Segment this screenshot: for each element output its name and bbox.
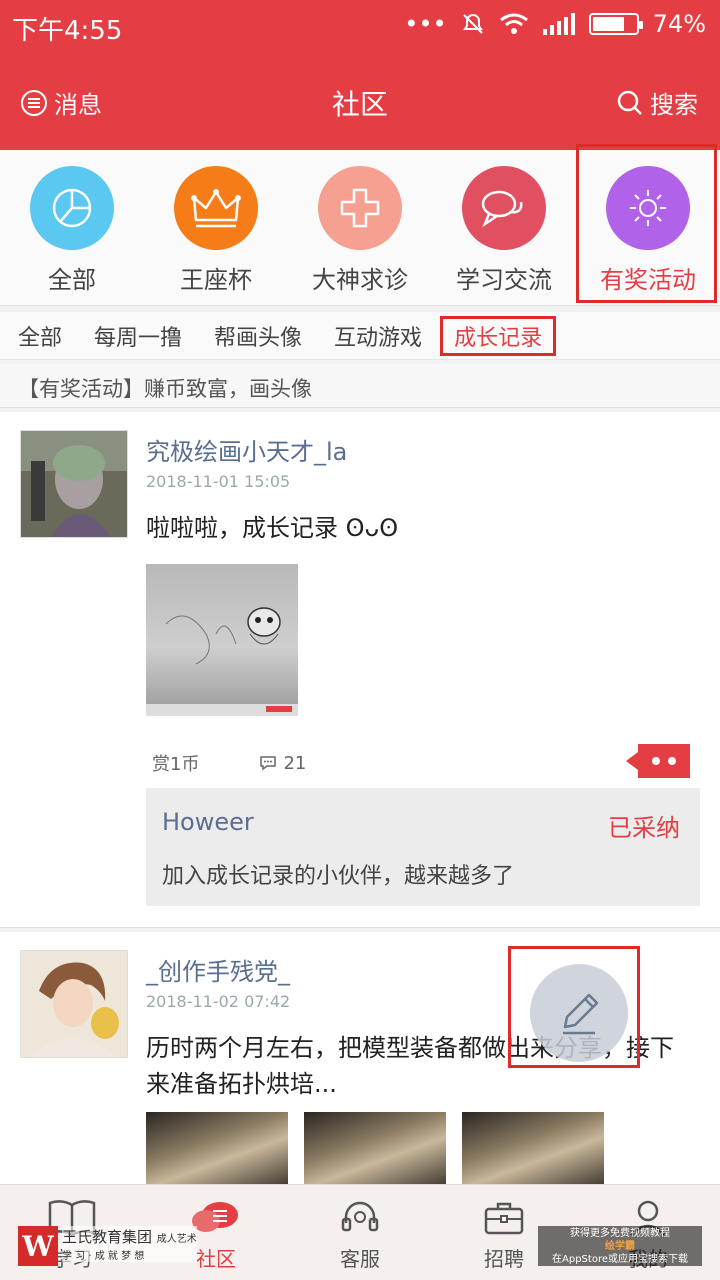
comment-count-value: 21 xyxy=(283,752,307,774)
watermark-right-brand: 绘学霸 xyxy=(605,1241,635,1252)
post-date: 2018-11-01 15:05 xyxy=(146,472,291,491)
battery-icon xyxy=(588,13,643,35)
post-image[interactable] xyxy=(462,1112,604,1188)
medical-cross-icon xyxy=(318,166,402,250)
watermark-logo: W xyxy=(18,1226,58,1266)
watermark-right-line1: 获得更多免费视频教程 xyxy=(570,1228,670,1239)
post-text: 啦啦啦，成长记录 ʘᴗʘ xyxy=(146,514,399,542)
adopted-reply[interactable]: Howeer 已采纳 加入成长记录的小伙伴，越来越多了 xyxy=(146,788,700,906)
category-rewards[interactable]: 有奖活动 xyxy=(576,144,720,305)
status-time: 下午4:55 xyxy=(12,16,123,46)
more-options-tag[interactable] xyxy=(626,744,690,778)
highlight-box xyxy=(508,946,640,1068)
search-icon xyxy=(617,90,642,115)
post-image[interactable] xyxy=(304,1112,446,1188)
category-study-exchange[interactable]: 学习交流 xyxy=(432,150,576,305)
adopted-badge: 已采纳 xyxy=(608,814,680,842)
category-throne-cup[interactable]: 王座杯 xyxy=(144,150,288,305)
post-image-strip xyxy=(146,1112,604,1188)
status-bar: 下午4:55 ••• 74% xyxy=(0,0,720,52)
watermark-right-line3: 在AppStore或应用宝搜索下载 xyxy=(552,1254,688,1265)
watermark-left: 王氏教育集团 成人艺术 学 习 · 成 就 梦 想 xyxy=(62,1226,197,1262)
category-row: 全部 王座杯 大神求诊 学习交流 有奖活动 xyxy=(0,144,720,306)
subtab-weekly[interactable]: 每周一撸 xyxy=(80,316,196,356)
category-label: 大神求诊 xyxy=(312,266,408,294)
watermark-left-badge: 成人艺术 xyxy=(156,1234,197,1245)
post-image[interactable] xyxy=(146,1112,288,1188)
category-label: 学习交流 xyxy=(456,266,552,294)
post-username[interactable]: _创作手残党_ xyxy=(146,952,290,987)
wifi-icon xyxy=(499,13,528,34)
nav-label: 社区 xyxy=(196,1247,236,1271)
mute-bell-icon xyxy=(462,13,483,34)
comment-count[interactable]: 21 xyxy=(259,753,306,774)
avatar[interactable] xyxy=(20,950,128,1058)
notice-banner[interactable]: 【有奖活动】赚币致富，画头像 xyxy=(0,364,720,408)
crown-icon xyxy=(174,166,258,250)
category-label: 王座杯 xyxy=(180,266,252,294)
category-label: 全部 xyxy=(48,266,96,294)
watermark-left-title: 王氏教育集团 xyxy=(62,1228,153,1246)
more-dots-icon: ••• xyxy=(404,10,447,38)
post-card[interactable]: 究极绘画小天才_la 2018-11-01 15:05 啦啦啦，成长记录 ʘᴗʘ… xyxy=(0,412,720,928)
post-date: 2018-11-02 07:42 xyxy=(146,992,291,1011)
subtab-growth-record[interactable]: 成长记录 xyxy=(440,315,557,356)
search-label: 搜索 xyxy=(650,91,698,119)
nav-support[interactable]: 客服 xyxy=(288,1185,432,1280)
category-expert-help[interactable]: 大神求诊 xyxy=(288,150,432,305)
chat-bubbles-icon xyxy=(462,166,546,250)
subtab-all[interactable]: 全部 xyxy=(4,316,76,356)
headset-icon xyxy=(341,1201,379,1232)
pie-chart-icon xyxy=(30,166,114,250)
app-header: 消息 社区 搜索 xyxy=(0,52,720,150)
nav-label: 招聘 xyxy=(484,1247,524,1271)
search-button[interactable]: 搜索 xyxy=(616,85,698,120)
nav-label: 客服 xyxy=(340,1247,380,1271)
signal-icon xyxy=(542,13,575,35)
subtab-games[interactable]: 互动游戏 xyxy=(320,316,436,356)
post-meta: 赏1币 21 xyxy=(152,750,306,776)
reward-label: 赏1币 xyxy=(152,754,200,775)
watermark-right: 获得更多免费视频教程 绘学霸 在AppStore或应用宝搜索下载 xyxy=(538,1226,702,1266)
status-icons: ••• 74% xyxy=(404,10,706,38)
subtab-avatar[interactable]: 帮画头像 xyxy=(200,316,316,356)
comment-icon xyxy=(260,756,277,771)
post-image[interactable] xyxy=(146,564,298,716)
briefcase-icon xyxy=(484,1202,524,1235)
reply-username[interactable]: Howeer xyxy=(162,808,254,836)
watermark-left-subtitle: 学 习 · 成 就 梦 想 xyxy=(62,1251,145,1262)
post-username[interactable]: 究极绘画小天才_la xyxy=(146,432,347,467)
chat-icon xyxy=(192,1202,238,1232)
highlight-box xyxy=(576,144,717,303)
category-all[interactable]: 全部 xyxy=(0,150,144,305)
reply-text: 加入成长记录的小伙伴，越来越多了 xyxy=(162,864,515,889)
sub-tabs: 全部 每周一撸 帮画头像 互动游戏 成长记录 xyxy=(0,312,720,360)
page-title: 社区 xyxy=(331,88,388,121)
battery-percent: 74% xyxy=(652,10,706,38)
avatar[interactable] xyxy=(20,430,128,538)
